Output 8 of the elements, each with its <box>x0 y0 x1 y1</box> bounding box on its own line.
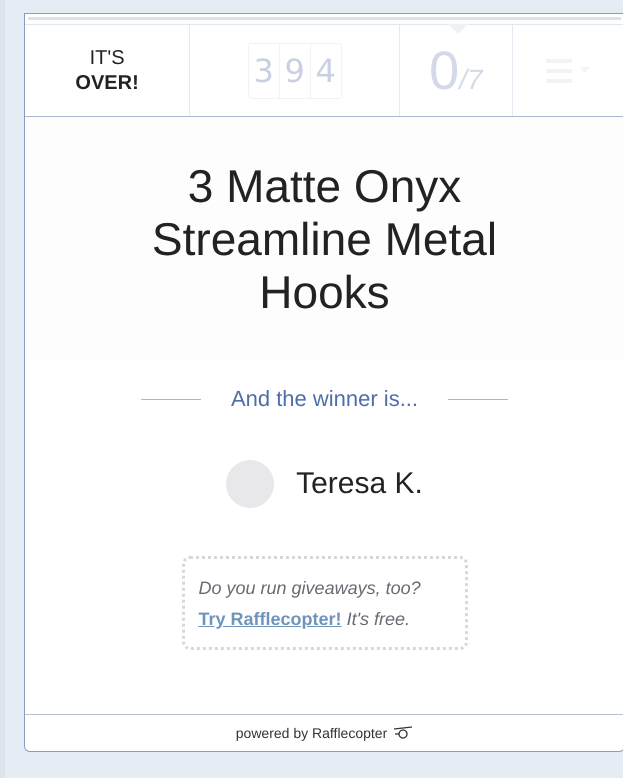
rafflecopter-link[interactable]: Try Rafflecopter! <box>198 609 342 629</box>
winner-name: Teresa K. <box>296 467 423 501</box>
promo-text: Do you run giveaways, too? Try Rafflecopter! It's free. <box>198 577 422 631</box>
logo-icon <box>393 726 414 740</box>
prize-title: 3 Matte Onyx Streamline Metal Hooks <box>150 160 498 318</box>
powered-by-text: powered by Rafflecopter <box>236 725 388 741</box>
giveaway-status: IT'S OVER! <box>75 46 139 96</box>
winner-heading: And the winner is... <box>230 386 418 412</box>
